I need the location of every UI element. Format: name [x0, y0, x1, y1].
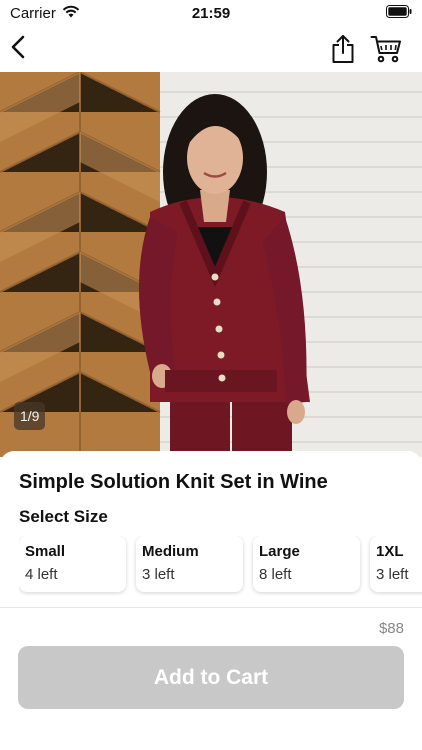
select-size-heading: Select Size [19, 507, 108, 526]
product-title: Simple Solution Knit Set in Wine [19, 471, 328, 493]
status-bar: Carrier 21:59 [0, 0, 422, 26]
share-icon[interactable] [330, 34, 356, 64]
product-image[interactable] [0, 72, 422, 457]
divider [0, 607, 422, 608]
size-name: 1XL [376, 543, 404, 560]
size-options-list[interactable]: Small 4 left Medium 3 left Large 8 left … [19, 536, 422, 596]
size-name: Large [259, 543, 300, 560]
size-stock: 3 left [142, 566, 175, 583]
nav-bar [0, 26, 422, 72]
size-option-medium[interactable]: Medium 3 left [136, 536, 243, 592]
status-time: 21:59 [191, 4, 231, 22]
size-stock: 8 left [259, 566, 292, 583]
add-to-cart-button[interactable]: Add to Cart [18, 646, 404, 709]
size-option-small[interactable]: Small 4 left [19, 536, 126, 592]
size-stock: 4 left [25, 566, 58, 583]
size-name: Small [25, 543, 66, 560]
price-label: $88 [378, 620, 404, 637]
size-name: Medium [142, 543, 199, 560]
back-chevron-icon[interactable] [8, 34, 30, 60]
size-stock: 3 left [376, 566, 409, 583]
size-option-large[interactable]: Large 8 left [253, 536, 360, 592]
size-option-1xl[interactable]: 1XL 3 left [370, 536, 422, 592]
image-counter-badge: 1/9 [14, 402, 46, 430]
cart-icon[interactable] [370, 34, 402, 64]
